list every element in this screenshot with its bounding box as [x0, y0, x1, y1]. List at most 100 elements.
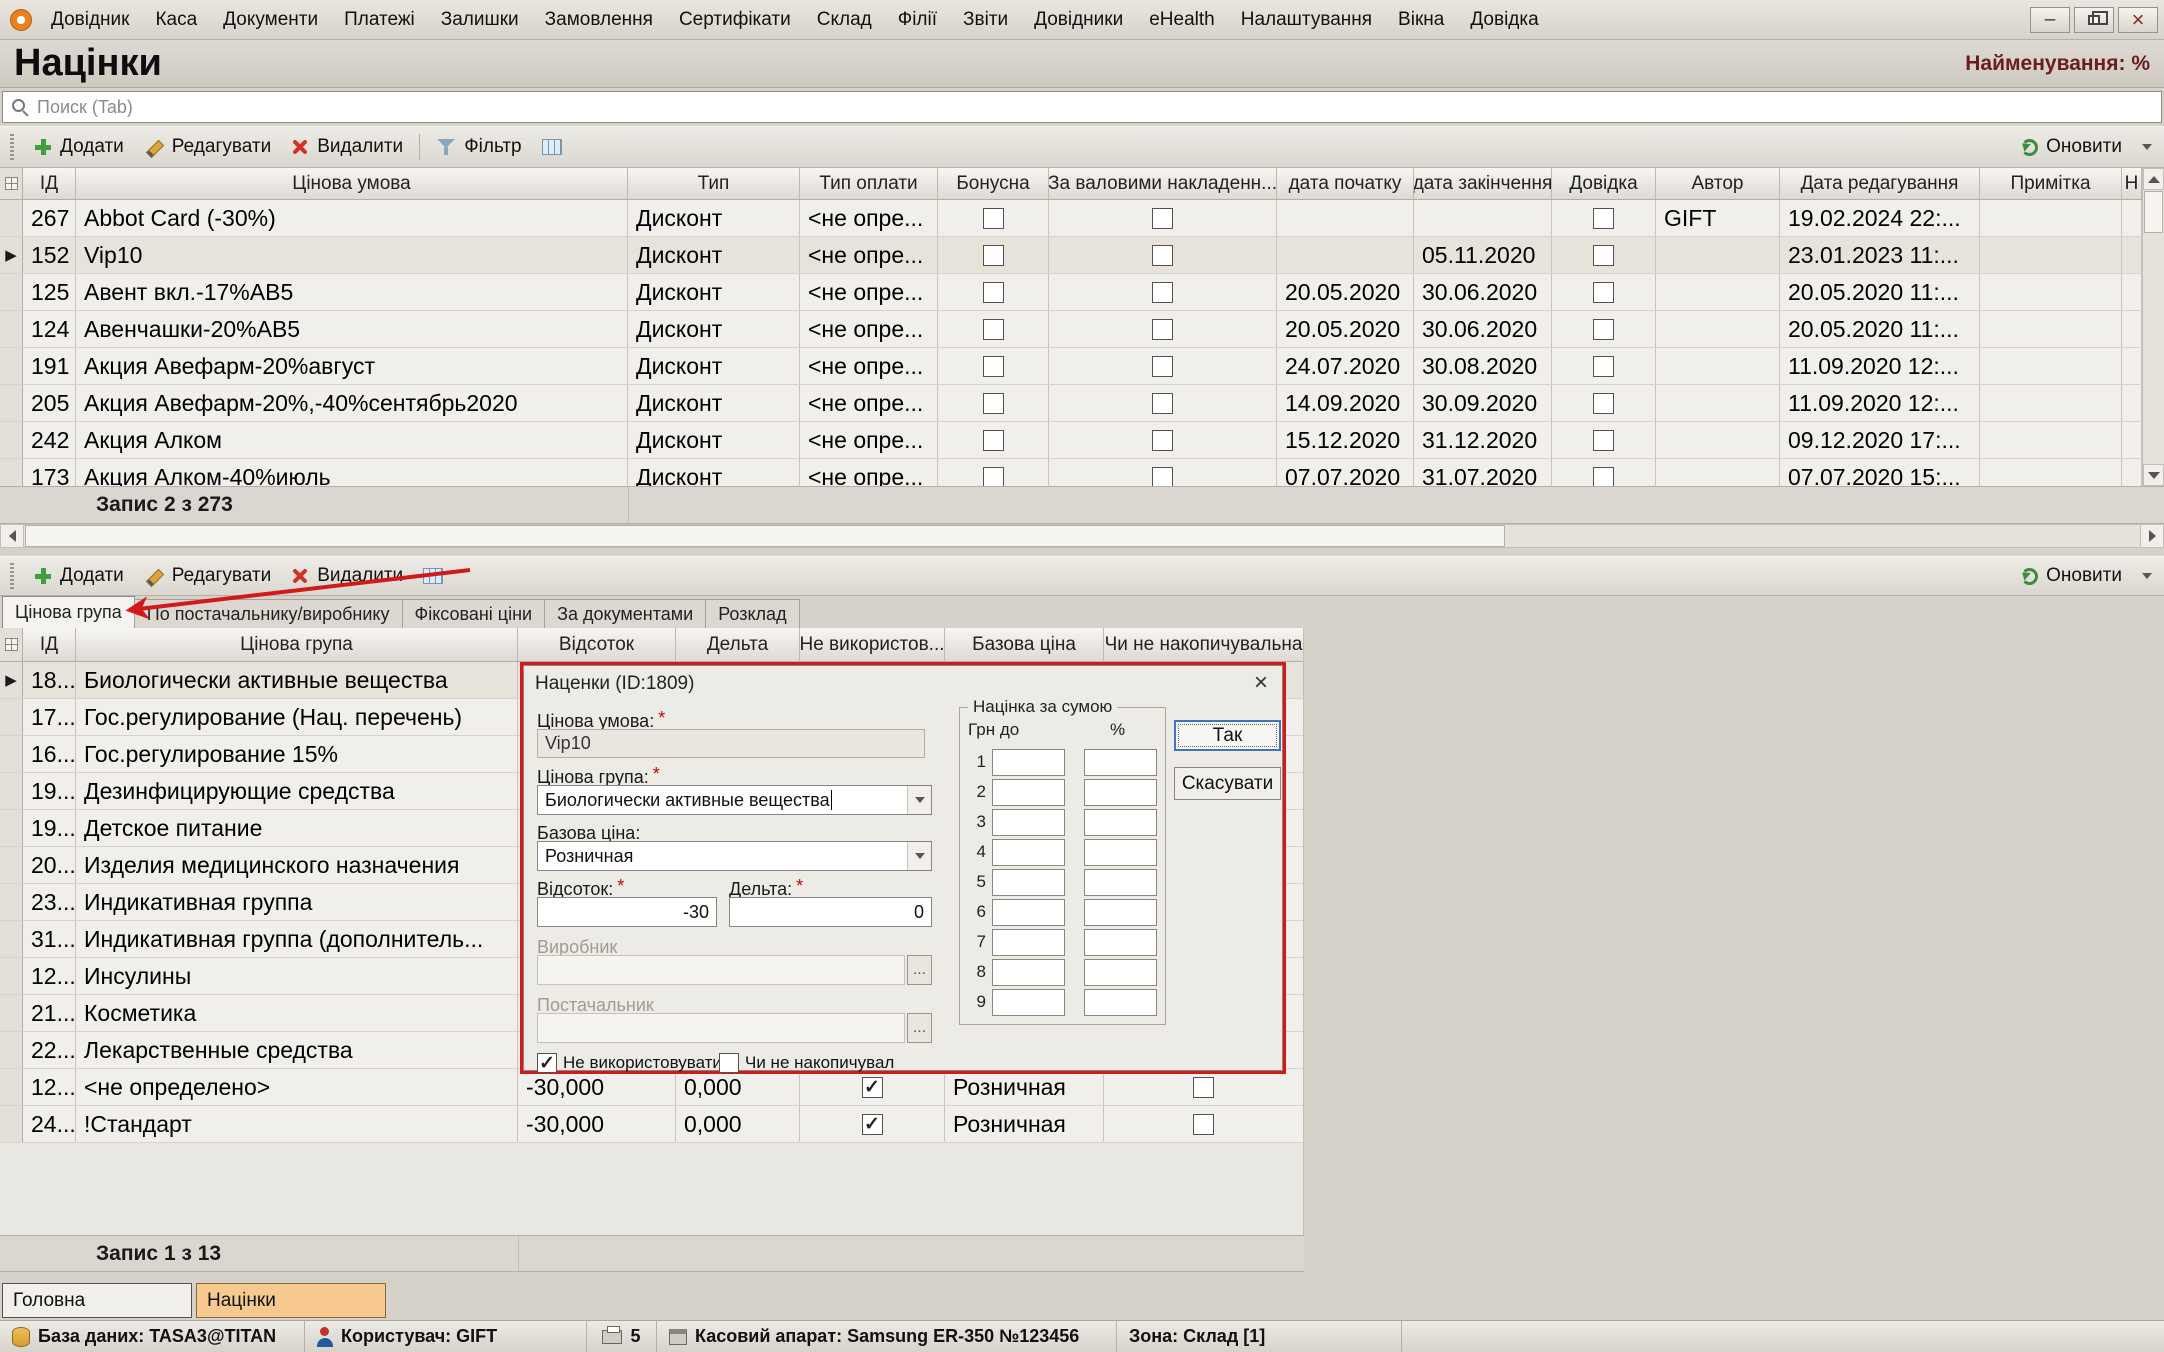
column-header-bonus[interactable]: Бонусна: [938, 168, 1049, 199]
menu-item[interactable]: Звіти: [950, 0, 1021, 39]
amount-to-input[interactable]: [992, 989, 1065, 1016]
menu-item[interactable]: Замовлення: [532, 0, 666, 39]
amount-to-input[interactable]: [992, 779, 1065, 806]
search-input[interactable]: [37, 97, 2153, 118]
manufacturer-browse-button[interactable]: ...: [907, 955, 932, 985]
toolbar-overflow-icon[interactable]: [2142, 144, 2152, 150]
delete-button-detail[interactable]: Видалити: [281, 560, 413, 592]
bonus-checkbox[interactable]: [983, 356, 1004, 377]
amount-to-input[interactable]: [992, 959, 1065, 986]
reference-checkbox[interactable]: [1593, 393, 1614, 414]
bonus-checkbox[interactable]: [983, 319, 1004, 340]
column-header-pay-type[interactable]: Тип оплати: [800, 168, 938, 199]
price-condition-row[interactable]: 152 Vip10 Дисконт <не опре... 05.11.2020…: [0, 237, 2164, 274]
gross-invoices-checkbox[interactable]: [1152, 208, 1173, 229]
column-chooser-button[interactable]: [532, 134, 572, 160]
not-cumulative-checkbox[interactable]: Чи не накопичувал: [719, 1053, 894, 1073]
column-header-edited[interactable]: Дата редагування: [1780, 168, 1980, 199]
column-header-author[interactable]: Автор: [1656, 168, 1780, 199]
add-button-detail[interactable]: Додати: [24, 560, 134, 592]
column-header-type[interactable]: Тип: [628, 168, 800, 199]
bonus-checkbox[interactable]: [983, 467, 1004, 487]
bonus-checkbox[interactable]: [983, 208, 1004, 229]
price-condition-row[interactable]: 242 Акция Алком Дисконт <не опре... 15.1…: [0, 422, 2164, 459]
gross-invoices-checkbox[interactable]: [1152, 356, 1173, 377]
column-header-id[interactable]: ІД: [23, 168, 76, 199]
percent-input[interactable]: [1084, 929, 1157, 956]
menu-item[interactable]: Документи: [210, 0, 331, 39]
price-condition-row[interactable]: 125 Авент вкл.-17%АВ5 Дисконт <не опре..…: [0, 274, 2164, 311]
horizontal-scrollbar[interactable]: [0, 524, 2164, 548]
not-use-checkbox[interactable]: [862, 1077, 883, 1098]
gross-invoices-checkbox[interactable]: [1152, 467, 1173, 487]
column-header-note[interactable]: Примітка: [1980, 168, 2122, 199]
menu-item[interactable]: Налаштування: [1228, 0, 1385, 39]
scrollbar-thumb[interactable]: [25, 525, 1505, 547]
gross-invoices-checkbox[interactable]: [1152, 319, 1173, 340]
amount-to-input[interactable]: [992, 929, 1065, 956]
scroll-down-button[interactable]: [2143, 464, 2164, 486]
amount-to-input[interactable]: [992, 839, 1065, 866]
percent-input[interactable]: [1084, 749, 1157, 776]
menu-item[interactable]: Філії: [885, 0, 950, 39]
not-use-checkbox[interactable]: [862, 1114, 883, 1135]
column-header-reference[interactable]: Довідка: [1552, 168, 1656, 199]
vertical-scrollbar[interactable]: [2142, 168, 2164, 486]
price-group-row[interactable]: 24... !Стандарт -30,000 0,000 Розничная: [0, 1106, 1303, 1143]
refresh-button-detail[interactable]: Оновити: [2011, 560, 2132, 592]
edit-button-detail[interactable]: Редагувати: [134, 560, 281, 592]
grid-corner[interactable]: [0, 168, 23, 199]
amount-to-input[interactable]: [992, 809, 1065, 836]
gross-invoices-checkbox[interactable]: [1152, 393, 1173, 414]
reference-checkbox[interactable]: [1593, 245, 1614, 266]
column-header-cut[interactable]: Н: [2122, 168, 2142, 199]
percent-input[interactable]: [1084, 809, 1157, 836]
detail-tab[interactable]: По постачальнику/виробнику: [134, 599, 403, 628]
price-condition-row[interactable]: 191 Акция Авефарм-20%август Дисконт <не …: [0, 348, 2164, 385]
gross-invoices-checkbox[interactable]: [1152, 245, 1173, 266]
search-box[interactable]: [2, 91, 2162, 123]
price-group-select[interactable]: Биологически активные вещества: [537, 785, 932, 815]
dropdown-arrow-icon[interactable]: [907, 786, 931, 814]
menu-item[interactable]: Довідник: [38, 0, 142, 39]
percent-field[interactable]: -30: [537, 897, 717, 927]
refresh-button[interactable]: Оновити: [2011, 131, 2132, 163]
column-header-delta[interactable]: Дельта: [676, 628, 800, 661]
price-group-row[interactable]: 12... <не определено> -30,000 0,000 Розн…: [0, 1069, 1303, 1106]
price-condition-row[interactable]: 173 Акция Алком-40%июль Дисконт <не опре…: [0, 459, 2164, 486]
toolbar-overflow-icon[interactable]: [2142, 573, 2152, 579]
scroll-left-button[interactable]: [0, 524, 24, 548]
bonus-checkbox[interactable]: [983, 430, 1004, 451]
not-use-checkbox[interactable]: Не використовувати: [537, 1053, 722, 1073]
window-tab[interactable]: Головна: [2, 1283, 192, 1318]
ok-button[interactable]: Так: [1174, 720, 1281, 751]
detail-tab[interactable]: Фіксовані ціни: [402, 599, 546, 628]
column-header-id[interactable]: ІД: [23, 628, 76, 661]
percent-input[interactable]: [1084, 899, 1157, 926]
menu-item[interactable]: Довідники: [1021, 0, 1136, 39]
delete-button[interactable]: Видалити: [281, 131, 413, 163]
close-button[interactable]: ×: [2118, 7, 2158, 33]
cumulative-checkbox[interactable]: [1193, 1077, 1214, 1098]
toolbar-grip[interactable]: [10, 134, 14, 160]
menu-item[interactable]: Платежі: [331, 0, 428, 39]
detail-tab[interactable]: За документами: [544, 599, 706, 628]
restore-button[interactable]: [2074, 7, 2114, 33]
percent-input[interactable]: [1084, 959, 1157, 986]
amount-to-input[interactable]: [992, 869, 1065, 896]
reference-checkbox[interactable]: [1593, 208, 1614, 229]
column-header-not-use[interactable]: Не використов...: [800, 628, 945, 661]
percent-input[interactable]: [1084, 989, 1157, 1016]
column-header-date-start[interactable]: дата початку: [1277, 168, 1414, 199]
scrollbar-thumb[interactable]: [2144, 191, 2163, 233]
cancel-button[interactable]: Скасувати: [1174, 767, 1281, 800]
column-header-group[interactable]: Цінова група: [76, 628, 518, 661]
bonus-checkbox[interactable]: [983, 282, 1004, 303]
column-header-gross[interactable]: За валовими накладенн...: [1049, 168, 1277, 199]
gross-invoices-checkbox[interactable]: [1152, 430, 1173, 451]
filter-button[interactable]: Фільтр: [426, 131, 531, 163]
toolbar-grip[interactable]: [10, 563, 14, 589]
amount-to-input[interactable]: [992, 749, 1065, 776]
menu-item[interactable]: Залишки: [428, 0, 532, 39]
add-button[interactable]: Додати: [24, 131, 134, 163]
